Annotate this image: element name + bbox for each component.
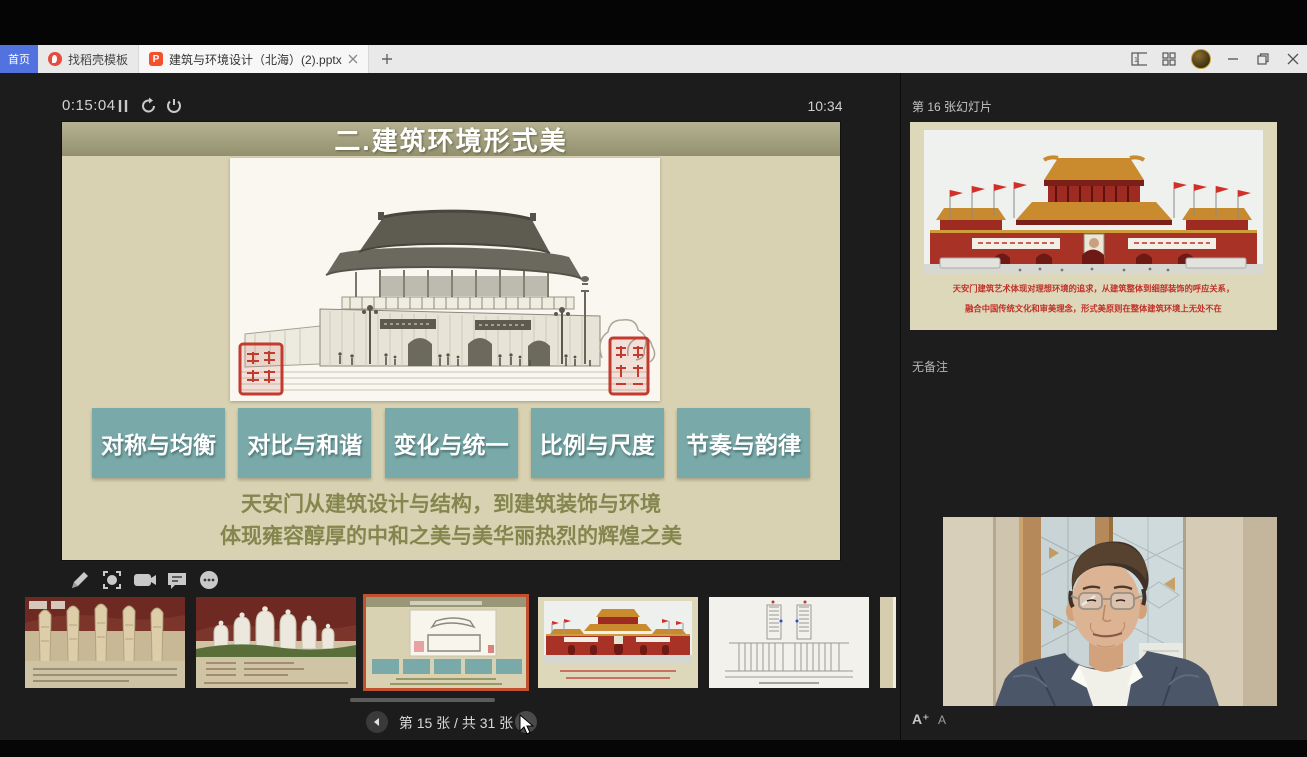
end-show-icon[interactable] — [165, 97, 183, 115]
seal-left — [240, 344, 282, 394]
seal-right — [610, 338, 648, 394]
tab-bar: 首页 找稻壳模板 P 建筑与环境设计（北海）(2).pptx — [0, 45, 1307, 73]
window-controls: 1 — [1131, 45, 1301, 73]
user-avatar[interactable] — [1191, 49, 1211, 69]
notes-font-decrease-button[interactable]: A — [938, 713, 946, 727]
principle-button-contrast: 对比与和谐 — [238, 408, 371, 478]
notes-font-increase-button[interactable]: A⁺ — [912, 711, 930, 728]
pen-icon[interactable] — [68, 568, 92, 592]
filmstrip-scrollbar[interactable] — [350, 698, 495, 702]
principle-button-variation: 变化与统一 — [385, 408, 518, 478]
slide-caption-line2: 体现雍容醇厚的中和之美与美华丽热烈的辉煌之美 — [62, 520, 840, 550]
tab-home[interactable]: 首页 — [0, 45, 38, 73]
next-slide-caption-line1: 天安门建筑艺术体现对理想环境的追求，从建筑整体到细部装饰的呼应关系， — [925, 283, 1263, 295]
app-window: 首页 找稻壳模板 P 建筑与环境设计（北海）(2).pptx 1 — [0, 0, 1307, 757]
slide-thumbnail-17[interactable] — [709, 597, 869, 688]
svg-text:1: 1 — [1134, 57, 1138, 64]
pause-timer-icon[interactable] — [115, 97, 133, 115]
elapsed-timer: 0:15:04 — [62, 97, 116, 114]
docer-icon — [48, 52, 62, 66]
principle-button-proportion: 比例与尺度 — [531, 408, 664, 478]
tab-document[interactable]: P 建筑与环境设计（北海）(2).pptx — [138, 45, 369, 73]
slide-thumbnail-14[interactable] — [196, 597, 356, 688]
mouse-cursor — [519, 714, 535, 736]
camera-icon[interactable] — [132, 568, 156, 592]
current-slide: 二.建筑环境形式美 — [62, 122, 840, 560]
next-slide-preview[interactable]: 天安门建筑艺术体现对理想环境的追求，从建筑整体到细部装饰的呼应关系， 融合中国传… — [910, 122, 1277, 330]
restore-icon[interactable] — [1255, 51, 1271, 67]
slide-thumbnail-15-current[interactable] — [363, 594, 529, 691]
principle-button-symmetry: 对称与均衡 — [92, 408, 225, 478]
next-slide-label: 第 16 张幻灯片 — [912, 98, 992, 115]
notes-placeholder: 无备注 — [912, 358, 948, 375]
slide-thumbnail-18-partial[interactable] — [880, 597, 896, 688]
reset-timer-icon[interactable] — [140, 97, 158, 115]
comment-icon[interactable] — [165, 568, 189, 592]
principle-buttons-row: 对称与均衡 对比与和谐 变化与统一 比例与尺度 节奏与韵律 — [62, 408, 840, 478]
next-slide-caption-line2: 融合中国传统文化和审美理念，形式美原则在整体建筑环境上无处不在 — [925, 303, 1263, 315]
slide-title: 二.建筑环境形式美 — [334, 121, 567, 158]
tab-docer-templates[interactable]: 找稻壳模板 — [38, 45, 138, 73]
wall-clock: 10:34 — [790, 98, 860, 114]
more-options-icon[interactable] — [197, 568, 221, 592]
slide-title-banner: 二.建筑环境形式美 — [62, 122, 840, 156]
tab-close-icon[interactable] — [348, 54, 358, 64]
minimize-icon[interactable] — [1225, 51, 1241, 67]
slide-caption-line1: 天安门从建筑设计与结构，到建筑装饰与环境 — [62, 488, 840, 518]
webcam-video — [943, 517, 1277, 706]
tab-document-label: 建筑与环境设计（北海）(2).pptx — [169, 51, 342, 68]
tiananmen-engraving-image — [230, 158, 660, 401]
slide-thumbnail-13[interactable] — [25, 597, 185, 688]
letterbox-bottom — [0, 740, 1307, 757]
apps-grid-icon[interactable] — [1161, 51, 1177, 67]
principle-button-rhythm: 节奏与韵律 — [677, 408, 810, 478]
split-view-icon[interactable]: 1 — [1131, 51, 1147, 67]
wps-presentation-icon: P — [149, 52, 163, 66]
new-tab-button[interactable] — [369, 45, 405, 73]
slide-thumbnail-16[interactable] — [538, 597, 698, 688]
previous-slide-button[interactable] — [366, 711, 388, 733]
tab-docer-label: 找稻壳模板 — [68, 51, 128, 68]
page-indicator: 第 15 张 / 共 31 张 — [398, 713, 514, 733]
laser-pointer-icon[interactable] — [100, 568, 124, 592]
close-icon[interactable] — [1285, 51, 1301, 67]
